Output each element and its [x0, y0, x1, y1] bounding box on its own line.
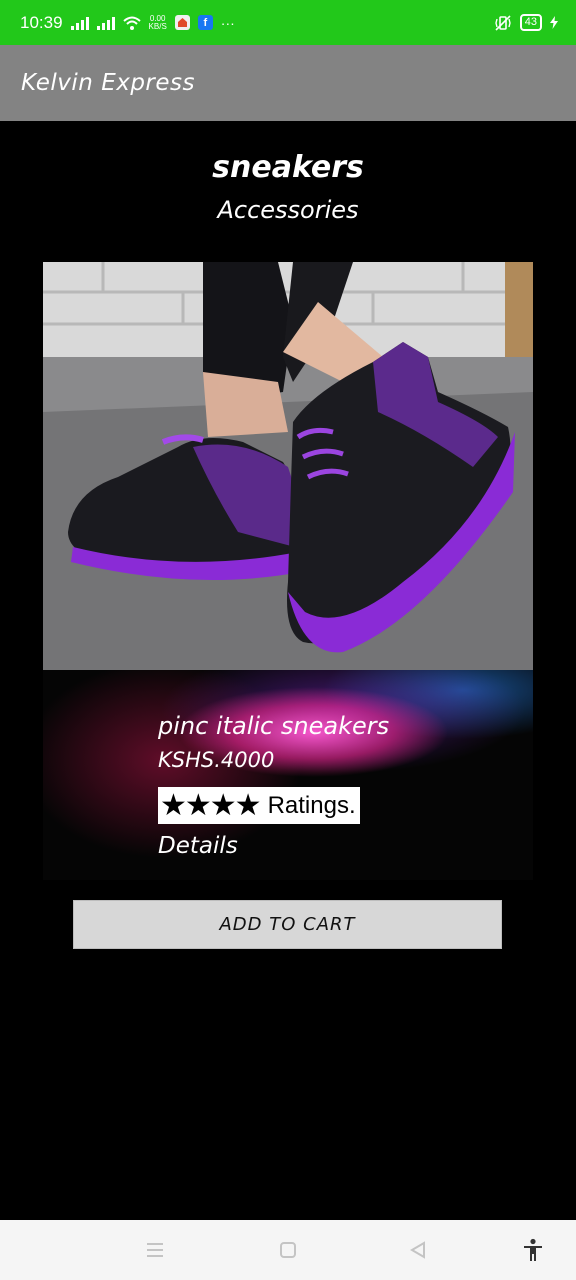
- product-info-name: pinc italic sneakers: [158, 712, 390, 740]
- status-left: 10:39 0.00 KB/S f ···: [20, 13, 494, 33]
- status-right: 43: [494, 14, 558, 31]
- star-rating-icon: ★★★★: [160, 787, 262, 823]
- network-speed: 0.00 KB/S: [148, 14, 167, 31]
- signal-icon: [96, 16, 115, 30]
- app-bar: Kelvin Express: [0, 45, 576, 121]
- details-link[interactable]: Details: [158, 833, 238, 859]
- speed-unit: KB/S: [148, 21, 167, 31]
- menu-icon[interactable]: [143, 1238, 167, 1262]
- sneaker-photo: [43, 262, 533, 670]
- charging-icon: [550, 16, 558, 29]
- home-square-icon[interactable]: [276, 1238, 300, 1262]
- add-to-cart-button[interactable]: ADD TO CART: [73, 900, 502, 949]
- back-triangle-icon[interactable]: [406, 1238, 430, 1262]
- accessibility-icon[interactable]: [521, 1238, 545, 1262]
- product-info-panel: pinc italic sneakers KSHS.4000 ★★★★ Rati…: [43, 670, 533, 880]
- battery-icon: 43: [519, 14, 542, 31]
- ratings-label: Ratings.: [267, 791, 356, 819]
- status-time: 10:39: [20, 12, 63, 32]
- rating-box: ★★★★ Ratings.: [158, 787, 360, 824]
- product-category: Accessories: [217, 196, 359, 224]
- app-title: Kelvin Express: [21, 70, 196, 96]
- vibrate-icon: [495, 14, 511, 31]
- product-title: sneakers: [212, 150, 364, 185]
- status-bar: 10:39 0.00 KB/S f ··· 43: [0, 0, 576, 45]
- facebook-icon: f: [197, 15, 213, 30]
- more-icon: ···: [220, 14, 235, 31]
- product-image: [43, 262, 533, 670]
- system-nav-bar: [0, 1220, 576, 1280]
- product-price: KSHS.4000: [158, 748, 275, 772]
- notification-app-icon: [174, 15, 190, 30]
- signal-icon: [70, 16, 89, 30]
- wifi-icon: [122, 16, 141, 30]
